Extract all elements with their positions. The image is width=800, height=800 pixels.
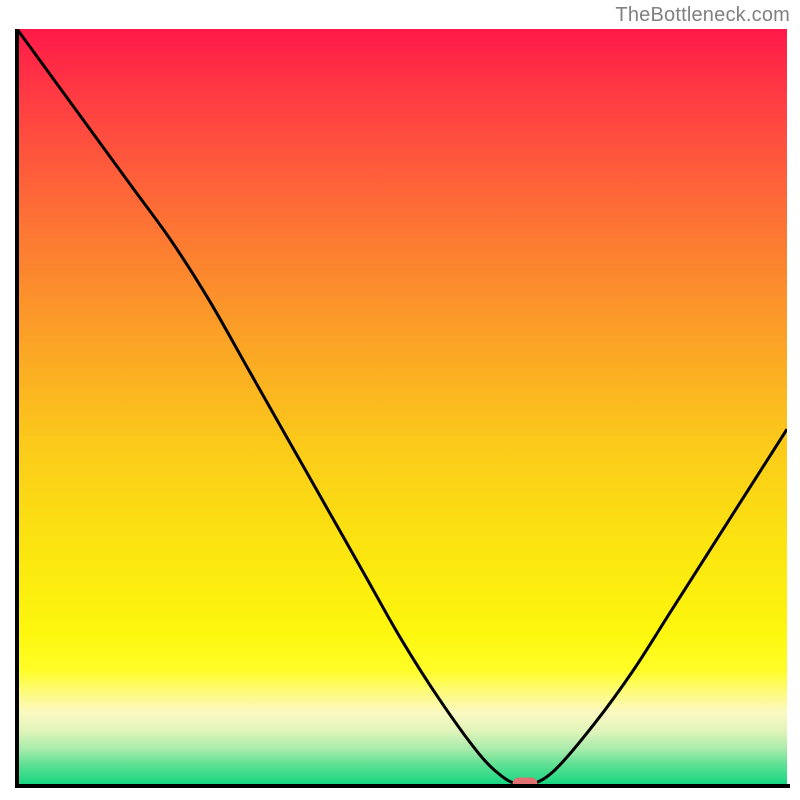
bottleneck-chart: TheBottleneck.com <box>0 0 800 800</box>
watermark-text: TheBottleneck.com <box>615 4 790 27</box>
plot-area <box>17 29 787 784</box>
gradient-background <box>17 29 787 784</box>
optimal-marker <box>513 778 538 785</box>
